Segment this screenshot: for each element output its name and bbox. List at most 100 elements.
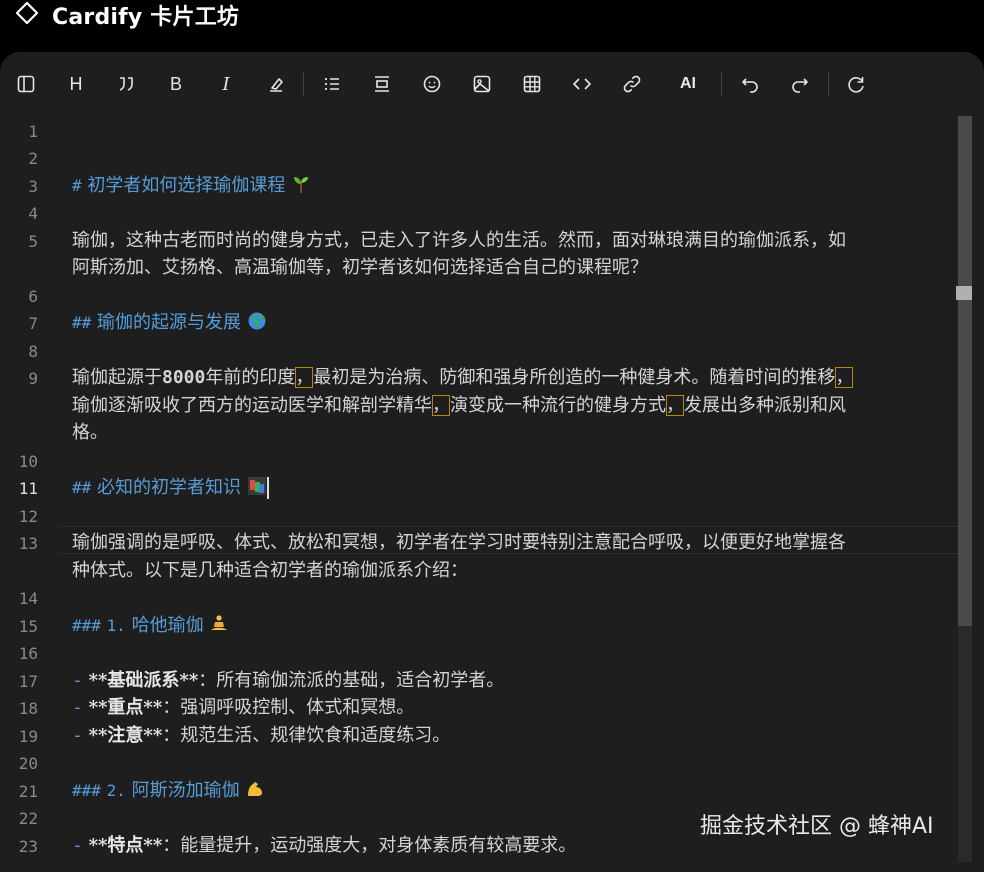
highlighted-punctuation: ，	[432, 395, 450, 416]
line-number-active: 11	[18, 479, 38, 498]
line-number: 16	[18, 644, 38, 663]
italic-label: I	[222, 73, 230, 95]
line-number: 6	[28, 287, 38, 306]
heading-number: 2.	[106, 781, 126, 800]
app-header: Cardify 卡片工坊	[0, 0, 984, 50]
bold-text: **重点**	[88, 697, 163, 718]
heading-text: 哈他瑜伽	[131, 615, 204, 636]
line-number: 21	[18, 782, 38, 801]
toolbar-divider	[721, 72, 722, 96]
lotus-position-icon	[211, 615, 228, 630]
heading-marker: #	[72, 176, 82, 195]
line-number: 5	[28, 232, 38, 251]
bold-button[interactable]: B	[162, 70, 190, 98]
ai-button[interactable]: AI	[674, 70, 702, 98]
heading-text: 瑜伽的起源与发展	[97, 312, 241, 333]
markdown-h3-line: ### 2. 阿斯汤加瑜伽	[72, 777, 940, 804]
heading-marker: ##	[72, 478, 92, 497]
line-number: 1	[28, 122, 38, 141]
number-text: 8000	[162, 367, 206, 388]
italic-button[interactable]: I	[212, 70, 240, 98]
quote-button[interactable]	[112, 70, 140, 98]
heading-marker: ##	[72, 313, 92, 332]
bold-text: **特点**	[88, 835, 163, 856]
heading-button[interactable]: H	[62, 70, 90, 98]
line-number: 7	[28, 314, 38, 333]
image-icon	[473, 75, 491, 93]
redo-button[interactable]	[786, 70, 814, 98]
line-number: 18	[18, 699, 38, 718]
highlighted-punctuation: ，	[666, 395, 684, 416]
code-button[interactable]	[568, 70, 596, 98]
line-number: 13	[18, 534, 38, 553]
sidebar-icon	[17, 75, 35, 93]
list-item-text: ：规范生活、规律饮食和适度练习。	[162, 725, 451, 746]
paragraph-line: 瑜伽起源于8000年前的印度，最初是为治病、防御和强身所创造的一种健身术。随着时…	[72, 364, 940, 391]
line-number: 23	[18, 837, 38, 856]
text-segment: 演变成一种流行的健身方式	[450, 395, 666, 416]
editor-panel: H B I AI 1 2 3 4 5 6 7 8 9 10 11 12 13 1…	[0, 52, 984, 872]
refresh-button[interactable]	[842, 70, 870, 98]
text-cursor	[266, 477, 269, 499]
bullet-list-button[interactable]	[318, 70, 346, 98]
link-button[interactable]	[618, 70, 646, 98]
markdown-h3-line: ### 1. 哈他瑜伽	[72, 612, 940, 639]
list-dash: -	[72, 670, 83, 691]
table-button[interactable]	[518, 70, 546, 98]
highlighted-punctuation: ，	[835, 367, 854, 388]
list-item-text: ：所有瑜伽流派的基础，适合初学者。	[198, 670, 505, 691]
list-item: - **基础派系**：所有瑜伽流派的基础，适合初学者。	[72, 667, 940, 694]
refresh-icon	[848, 77, 864, 93]
books-icon	[247, 477, 266, 495]
bold-label: B	[169, 73, 182, 94]
heading-marker: ###	[72, 616, 101, 635]
list-item-text: ：能量提升，运动强度大，对身体素质有较高要求。	[162, 835, 577, 856]
list-item-text: ：强调呼吸控制、体式和冥想。	[162, 697, 415, 718]
seedling-icon	[294, 177, 309, 193]
align-button[interactable]	[368, 70, 396, 98]
line-number: 17	[18, 672, 38, 691]
ai-label: AI	[680, 75, 696, 92]
line-number: 19	[18, 727, 38, 746]
watermark: 掘金技术社区 @ 蜂神AI	[700, 814, 934, 839]
table-icon	[523, 75, 541, 93]
paragraph-line: 瑜伽，这种古老而时尚的健身方式，已走入了许多人的生活。然而，面对琳琅满目的瑜伽派…	[72, 230, 846, 251]
toolbar: H B I AI	[0, 52, 984, 116]
paragraph-line: 格。	[72, 422, 108, 443]
line-number: 14	[18, 589, 38, 608]
scroll-position-marker	[956, 286, 972, 300]
list-item: - **重点**：强调呼吸控制、体式和冥想。	[72, 694, 940, 721]
heading-text: 必知的初学者知识	[97, 477, 241, 498]
image-button[interactable]	[468, 70, 496, 98]
link-icon	[623, 75, 641, 93]
emoji-button[interactable]	[418, 70, 446, 98]
undo-icon	[742, 78, 758, 93]
redo-icon	[792, 78, 808, 93]
line-number: 2	[28, 149, 38, 168]
paragraph-line: 阿斯汤加、艾扬格、高温瑜伽等，初学者该如何选择适合自己的课程呢？	[72, 257, 648, 278]
toolbar-divider	[303, 72, 304, 96]
heading-label: H	[69, 73, 83, 94]
strikethrough-button[interactable]	[262, 70, 290, 98]
paragraph-line: 瑜伽逐渐吸收了西方的运动医学和解剖学精华，演变成一种流行的健身方式，发展出多种派…	[72, 392, 940, 419]
line-number: 12	[18, 507, 38, 526]
eraser-icon	[270, 78, 283, 92]
markdown-editor[interactable]: 1 2 3 4 5 6 7 8 9 10 11 12 13 14 15 16 1…	[0, 116, 958, 872]
heading-text: 阿斯汤加瑜伽	[131, 780, 240, 801]
heading-marker: ###	[72, 781, 101, 800]
undo-button[interactable]	[736, 70, 764, 98]
line-number: 10	[18, 452, 38, 471]
list-item: - **注意**：规范生活、规律饮食和适度练习。	[72, 722, 940, 749]
scrollbar-thumb[interactable]	[958, 116, 972, 626]
markdown-h2-line: ## 必知的初学者知识	[72, 474, 940, 501]
bold-text: **注意**	[88, 725, 163, 746]
list-dash: -	[72, 725, 83, 746]
list-icon	[324, 77, 339, 91]
align-center-icon	[375, 76, 389, 92]
line-number: 8	[28, 342, 38, 361]
line-number: 4	[28, 204, 38, 223]
app-title: Cardify 卡片工坊	[52, 5, 240, 30]
toggle-sidebar-button[interactable]	[12, 70, 40, 98]
flexed-biceps-icon	[248, 782, 263, 796]
paragraph-line: 瑜伽强调的是呼吸、体式、放松和冥想，初学者在学习时要特别注意配合呼吸，以便更好地…	[72, 532, 846, 553]
